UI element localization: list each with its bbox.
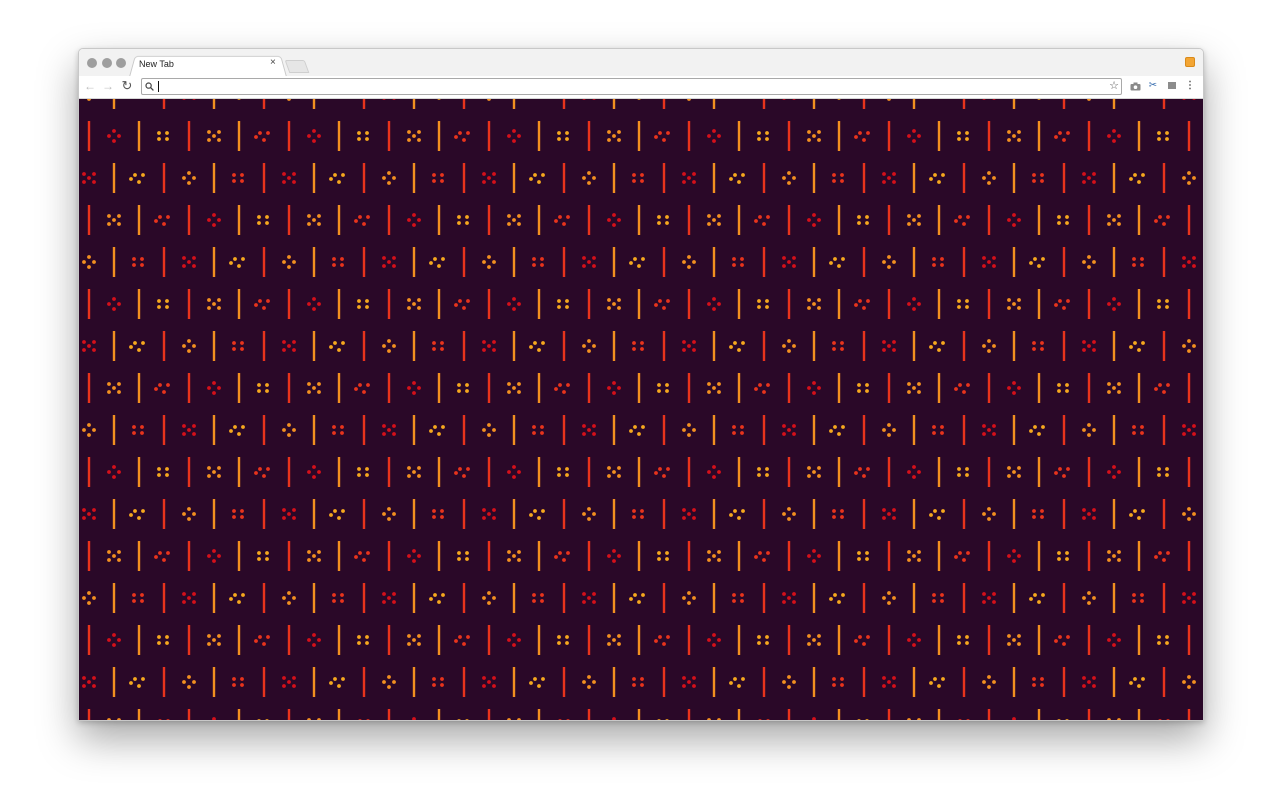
page-content — [79, 99, 1203, 720]
new-tab-button[interactable] — [284, 60, 310, 73]
address-bar[interactable]: ☆ — [141, 78, 1122, 95]
extension-square-icon[interactable] — [1165, 79, 1179, 93]
back-arrow-icon[interactable]: ← — [83, 79, 97, 93]
forward-arrow-icon[interactable]: → — [101, 79, 115, 93]
reload-icon[interactable]: ↻ — [120, 79, 134, 93]
close-window-button[interactable] — [87, 58, 97, 68]
decorative-pattern — [82, 99, 1196, 720]
scissors-icon[interactable]: ✂ — [1146, 79, 1160, 93]
tab-title: New Tab — [139, 59, 174, 69]
camera-icon[interactable] — [1128, 79, 1142, 93]
browser-window: New Tab × ← → ↻ ☆ ✂ ⋮ — [78, 48, 1204, 721]
text-cursor — [158, 81, 159, 92]
menu-icon[interactable]: ⋮ — [1183, 79, 1197, 93]
maximize-window-button[interactable] — [116, 58, 126, 68]
tab-close-icon[interactable]: × — [270, 58, 276, 68]
minimize-window-button[interactable] — [102, 58, 112, 68]
address-input[interactable] — [158, 79, 1098, 94]
toolbar: ← → ↻ ☆ ✂ ⋮ — [79, 76, 1203, 99]
profile-icon[interactable] — [1185, 57, 1195, 67]
search-icon — [145, 79, 154, 96]
bookmark-star-icon[interactable]: ☆ — [1109, 79, 1119, 94]
tab-strip: New Tab × — [79, 49, 1203, 77]
